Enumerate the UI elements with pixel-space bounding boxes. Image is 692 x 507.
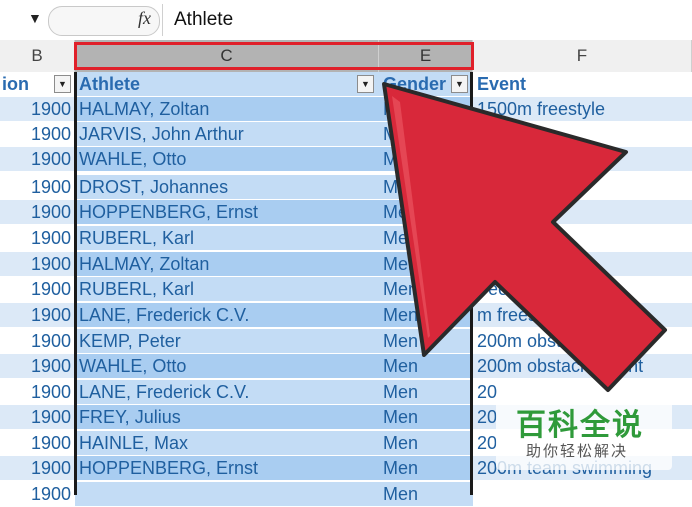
annotation-arrow-shape (382, 82, 667, 392)
watermark-title: 百科全说 (516, 408, 644, 443)
watermark-subtitle: 助你轻松解决 (526, 442, 629, 460)
watermark-logo: 百科全说 助你轻松解决 (496, 396, 672, 470)
